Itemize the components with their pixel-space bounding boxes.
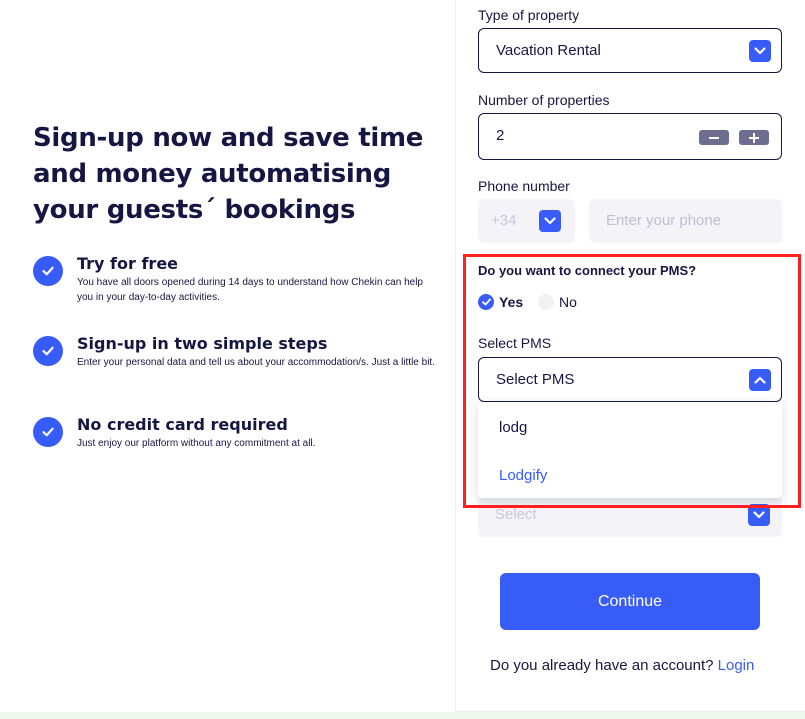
feature-desc: Enter your personal data and tell us abo…: [77, 357, 435, 368]
property-type-select[interactable]: Vacation Rental: [478, 28, 782, 73]
select-pms-label: Select PMS: [478, 335, 552, 351]
phone-placeholder: Enter your phone: [606, 212, 722, 229]
next-select-placeholder: Select: [495, 506, 537, 523]
chevron-up-icon: [749, 369, 771, 391]
feature-title: Try for free: [77, 254, 179, 273]
property-type-value: Vacation Rental: [496, 42, 601, 59]
phone-prefix-select[interactable]: +34: [478, 199, 575, 243]
feature-title: Sign-up in two simple steps: [77, 334, 328, 353]
property-type-label: Type of property: [478, 7, 580, 23]
continue-button[interactable]: Continue: [500, 573, 760, 630]
radio-yes[interactable]: Yes: [478, 294, 523, 310]
select-pms-dropdown[interactable]: Select PMS: [478, 357, 782, 402]
check-icon: [33, 417, 63, 447]
account-prompt: Do you already have an account? Login: [490, 657, 754, 674]
num-properties-label: Number of properties: [478, 92, 610, 108]
page-headline: Sign-up now and save time and money auto…: [33, 120, 453, 228]
radio-no[interactable]: No: [538, 294, 577, 310]
chevron-down-icon: [748, 504, 770, 526]
login-link[interactable]: Login: [718, 657, 755, 674]
decrement-button[interactable]: [699, 130, 729, 145]
feature-title: No credit card required: [77, 415, 288, 434]
select-pms-value: Select PMS: [496, 371, 575, 388]
check-icon: [33, 336, 63, 366]
check-icon: [33, 256, 63, 286]
chevron-down-icon: [539, 210, 561, 232]
feature-desc: You have all doors opened during 14 days…: [77, 277, 423, 303]
radio-unchecked-icon: [538, 294, 554, 310]
headline-line-2: and money automatising: [33, 159, 392, 189]
chevron-down-icon: [749, 40, 771, 62]
phone-input[interactable]: Enter your phone: [589, 199, 782, 243]
account-prompt-text: Do you already have an account?: [490, 657, 714, 674]
next-select[interactable]: Select: [478, 498, 782, 537]
headline-line-3: your guests´ bookings: [33, 195, 356, 225]
bottom-strip: [0, 712, 805, 719]
pms-question: Do you want to connect your PMS?: [478, 263, 697, 278]
pms-option[interactable]: Lodgify: [499, 467, 547, 484]
check-icon: [478, 294, 494, 310]
phone-prefix-value: +34: [491, 212, 517, 229]
feature-desc: Just enjoy our platform without any comm…: [77, 438, 316, 449]
radio-yes-label: Yes: [499, 294, 524, 310]
phone-label: Phone number: [478, 178, 570, 194]
pms-option[interactable]: lodg: [499, 419, 527, 436]
num-properties-stepper[interactable]: 2: [478, 113, 782, 160]
increment-button[interactable]: [739, 130, 769, 145]
num-properties-value: 2: [496, 127, 505, 144]
headline-line-1: Sign-up now and save time: [33, 123, 424, 153]
pms-options-list: lodg Lodgify: [478, 402, 782, 498]
radio-no-label: No: [559, 294, 577, 310]
